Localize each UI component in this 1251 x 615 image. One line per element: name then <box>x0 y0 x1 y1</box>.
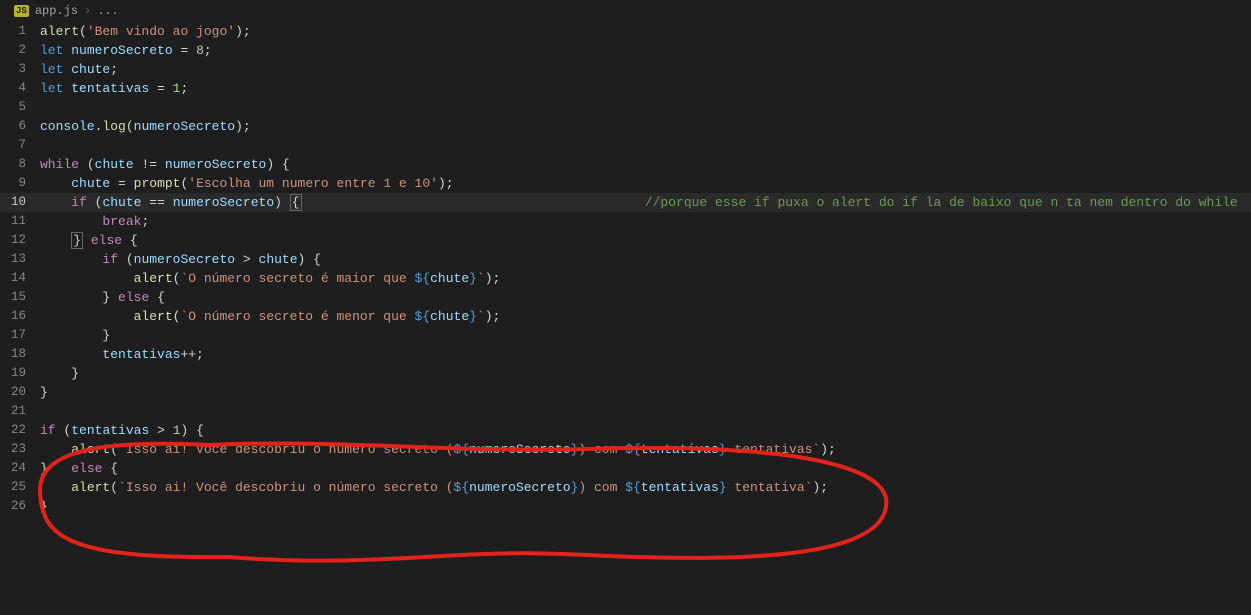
line-number: 17 <box>0 326 40 345</box>
code-content[interactable]: alert(`Isso ai! Você descobriu o número … <box>40 478 1251 497</box>
code-content[interactable]: if (tentativas > 1) { <box>40 421 1251 440</box>
code-line[interactable]: 9 chute = prompt('Escolha um numero entr… <box>0 174 1251 193</box>
line-number: 18 <box>0 345 40 364</box>
line-number: 10 <box>0 193 40 212</box>
line-number: 4 <box>0 79 40 98</box>
code-content[interactable]: let tentativas = 1; <box>40 79 1251 98</box>
code-line[interactable]: 2let numeroSecreto = 8; <box>0 41 1251 60</box>
code-line[interactable]: 3let chute; <box>0 60 1251 79</box>
code-line[interactable]: 11 break; <box>0 212 1251 231</box>
line-number: 13 <box>0 250 40 269</box>
code-line[interactable]: 5 <box>0 98 1251 117</box>
code-line[interactable]: 10 if (chute == numeroSecreto) { //porqu… <box>0 193 1251 212</box>
line-number: 20 <box>0 383 40 402</box>
code-content[interactable]: } else { <box>40 288 1251 307</box>
code-line[interactable]: 12 } else { <box>0 231 1251 250</box>
code-line[interactable]: 16 alert(`O número secreto é menor que $… <box>0 307 1251 326</box>
line-number: 16 <box>0 307 40 326</box>
code-content[interactable]: tentativas++; <box>40 345 1251 364</box>
code-content[interactable]: } <box>40 326 1251 345</box>
code-line[interactable]: 22if (tentativas > 1) { <box>0 421 1251 440</box>
code-line[interactable]: 23 alert(`Isso ai! Você descobriu o núme… <box>0 440 1251 459</box>
line-number: 7 <box>0 136 40 155</box>
code-line[interactable]: 19 } <box>0 364 1251 383</box>
code-line[interactable]: 18 tentativas++; <box>0 345 1251 364</box>
code-content[interactable]: alert('Bem vindo ao jogo'); <box>40 22 1251 41</box>
code-line[interactable]: 17 } <box>0 326 1251 345</box>
chevron-right-icon: › <box>84 4 91 18</box>
code-line[interactable]: 24} else { <box>0 459 1251 478</box>
code-line[interactable]: 25 alert(`Isso ai! Você descobriu o núme… <box>0 478 1251 497</box>
line-number: 2 <box>0 41 40 60</box>
code-editor[interactable]: 1alert('Bem vindo ao jogo');2let numeroS… <box>0 22 1251 516</box>
line-number: 3 <box>0 60 40 79</box>
code-line[interactable]: 8while (chute != numeroSecreto) { <box>0 155 1251 174</box>
code-line[interactable]: 15 } else { <box>0 288 1251 307</box>
breadcrumb-tail[interactable]: ... <box>97 4 119 18</box>
code-line[interactable]: 13 if (numeroSecreto > chute) { <box>0 250 1251 269</box>
line-number: 21 <box>0 402 40 421</box>
code-line[interactable]: 4let tentativas = 1; <box>0 79 1251 98</box>
line-number: 11 <box>0 212 40 231</box>
code-content[interactable]: chute = prompt('Escolha um numero entre … <box>40 174 1251 193</box>
code-content[interactable]: if (numeroSecreto > chute) { <box>40 250 1251 269</box>
code-content[interactable]: alert(`Isso ai! Você descobriu o número … <box>40 440 1251 459</box>
line-number: 15 <box>0 288 40 307</box>
code-content[interactable]: } <box>40 497 1251 516</box>
code-content[interactable]: } else { <box>40 459 1251 478</box>
code-line[interactable]: 26} <box>0 497 1251 516</box>
code-line[interactable]: 14 alert(`O número secreto é maior que $… <box>0 269 1251 288</box>
breadcrumb[interactable]: JS app.js › ... <box>0 0 1251 22</box>
line-number: 8 <box>0 155 40 174</box>
line-number: 14 <box>0 269 40 288</box>
code-content[interactable]: let numeroSecreto = 8; <box>40 41 1251 60</box>
code-line[interactable]: 21 <box>0 402 1251 421</box>
code-content[interactable]: } <box>40 364 1251 383</box>
code-content[interactable]: } else { <box>40 231 1251 250</box>
code-line[interactable]: 6console.log(numeroSecreto); <box>0 117 1251 136</box>
line-number: 12 <box>0 231 40 250</box>
code-content[interactable]: let chute; <box>40 60 1251 79</box>
line-number: 6 <box>0 117 40 136</box>
code-content[interactable]: console.log(numeroSecreto); <box>40 117 1251 136</box>
code-content[interactable]: alert(`O número secreto é menor que ${ch… <box>40 307 1251 326</box>
code-content[interactable]: break; <box>40 212 1251 231</box>
line-number: 26 <box>0 497 40 516</box>
line-number: 22 <box>0 421 40 440</box>
line-number: 19 <box>0 364 40 383</box>
code-content[interactable]: } <box>40 383 1251 402</box>
line-number: 24 <box>0 459 40 478</box>
line-number: 1 <box>0 22 40 41</box>
code-content[interactable]: while (chute != numeroSecreto) { <box>40 155 1251 174</box>
code-line[interactable]: 1alert('Bem vindo ao jogo'); <box>0 22 1251 41</box>
code-content[interactable]: alert(`O número secreto é maior que ${ch… <box>40 269 1251 288</box>
line-number: 5 <box>0 98 40 117</box>
code-line[interactable]: 20} <box>0 383 1251 402</box>
line-number: 23 <box>0 440 40 459</box>
code-content[interactable]: if (chute == numeroSecreto) { //porque e… <box>40 193 1251 212</box>
js-file-icon: JS <box>14 5 29 17</box>
line-number: 9 <box>0 174 40 193</box>
breadcrumb-file[interactable]: app.js <box>35 4 78 18</box>
code-line[interactable]: 7 <box>0 136 1251 155</box>
line-number: 25 <box>0 478 40 497</box>
